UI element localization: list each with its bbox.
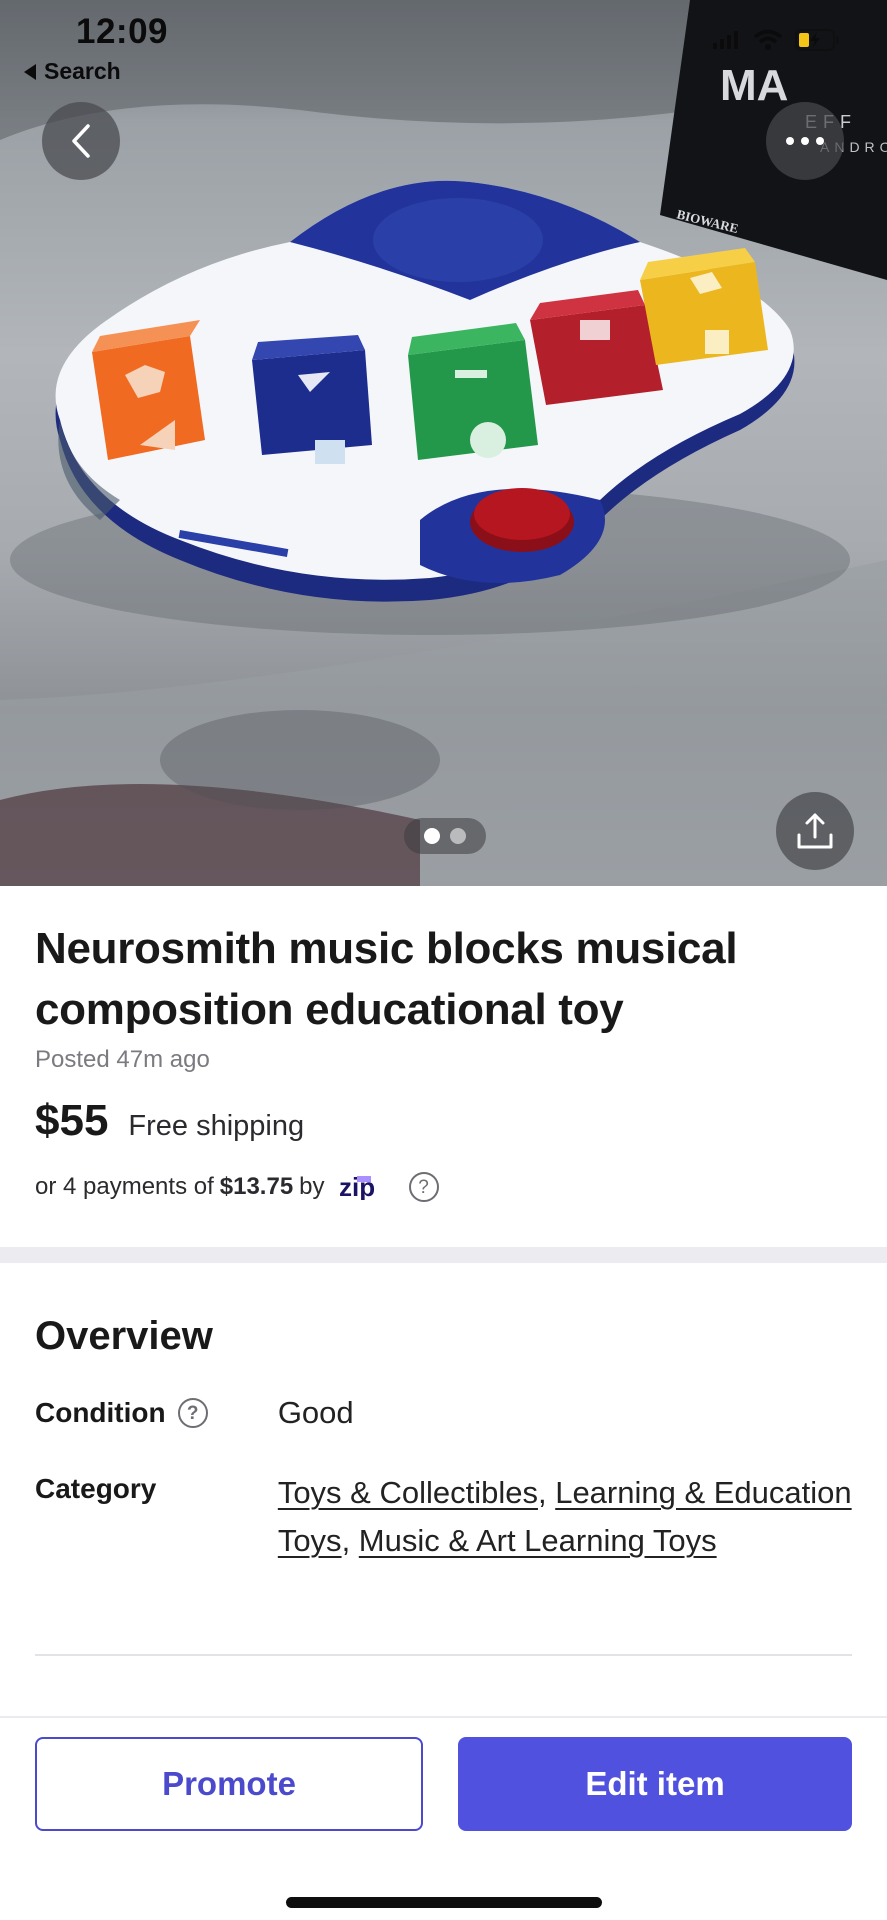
price: $55 — [35, 1096, 109, 1145]
installment-row[interactable]: or 4 payments of $13.75 by zip ? — [35, 1172, 855, 1202]
condition-row: Condition ? Good — [35, 1389, 855, 1437]
listing-info: Neurosmith music blocks musical composit… — [35, 918, 855, 1202]
status-icons — [711, 28, 841, 52]
photo-gallery[interactable]: MA EFF ANDRO BIOWARE — [0, 0, 887, 886]
status-bar: 12:09 Search — [0, 0, 887, 92]
share-button[interactable] — [776, 792, 854, 870]
back-triangle-icon — [24, 63, 36, 80]
status-time: 12:09 — [76, 12, 169, 51]
promote-button[interactable]: Promote — [35, 1737, 423, 1831]
category-label: Category — [35, 1473, 157, 1504]
category-link-toys-collectibles[interactable]: Toys & Collectibles — [278, 1475, 538, 1510]
bottom-action-bar: Promote Edit item — [0, 1716, 887, 1920]
question-circle-icon[interactable]: ? — [408, 1172, 439, 1202]
condition-help-icon[interactable]: ? — [177, 1398, 208, 1428]
overview-section: Overview Condition ? Good Category Toys … — [35, 1314, 855, 1565]
chevron-left-icon — [72, 124, 90, 158]
signal-icon — [713, 31, 738, 49]
installment-by: by — [299, 1173, 325, 1200]
product-photo: MA EFF ANDRO BIOWARE — [0, 0, 887, 886]
condition-label-group: Condition ? — [35, 1397, 278, 1429]
overview-divider — [35, 1654, 852, 1656]
condition-value: Good — [277, 1395, 354, 1430]
back-button[interactable] — [42, 102, 120, 180]
ellipsis-icon — [786, 137, 824, 145]
category-row: Category Toys & Collectibles, Learning &… — [35, 1469, 855, 1565]
category-value: Toys & Collectibles, Learning & Educatio… — [278, 1469, 855, 1565]
battery-charging-icon — [795, 29, 839, 51]
edit-item-button[interactable]: Edit item — [458, 1737, 852, 1831]
section-divider — [0, 1247, 887, 1263]
condition-label: Condition — [35, 1397, 166, 1428]
zip-logo: zip — [339, 1174, 409, 1200]
overview-heading: Overview — [35, 1314, 213, 1358]
gallery-pagination[interactable] — [404, 818, 486, 854]
installment-amount: $13.75 — [219, 1173, 294, 1200]
category-separator: , — [537, 1475, 556, 1510]
category-link-music-art-learning[interactable]: Music & Art Learning Toys — [359, 1523, 717, 1558]
category-separator: , — [341, 1523, 359, 1558]
home-indicator[interactable] — [286, 1897, 602, 1908]
posted-time: Posted 47m ago — [35, 1046, 210, 1073]
installment-prefix: or 4 payments of — [35, 1173, 214, 1200]
wifi-icon — [753, 29, 783, 50]
price-row: $55 Free shipping — [35, 1096, 855, 1146]
more-options-button[interactable] — [766, 102, 844, 180]
gallery-dot-2[interactable] — [450, 828, 466, 844]
zip-logo-mark: zip — [339, 1174, 375, 1200]
shipping-info: Free shipping — [128, 1110, 305, 1142]
back-to-app-label: Search — [44, 58, 121, 84]
back-to-app-link[interactable]: Search — [24, 58, 121, 85]
listing-title: Neurosmith music blocks musical composit… — [35, 924, 738, 1034]
share-icon — [797, 813, 833, 849]
gallery-dot-1[interactable] — [424, 828, 440, 844]
